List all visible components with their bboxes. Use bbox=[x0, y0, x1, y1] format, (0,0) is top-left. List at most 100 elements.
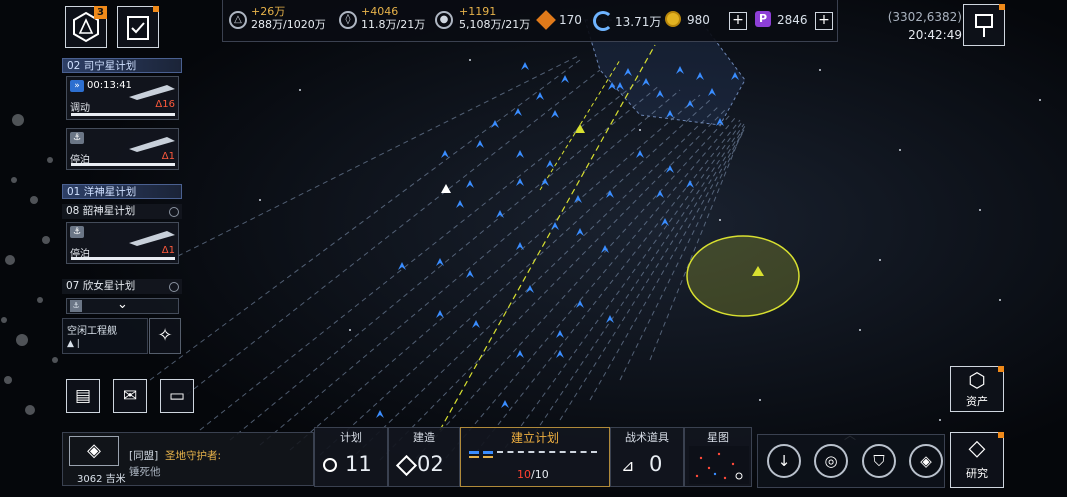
purple-value: 2846 bbox=[777, 13, 808, 27]
chat-message: 锤死他 bbox=[129, 466, 161, 478]
anchor-icon: ⚓ bbox=[70, 300, 82, 312]
target-zone-circle[interactable] bbox=[686, 235, 800, 317]
build-diamond-icon bbox=[395, 454, 418, 477]
radar-icon: ◈ bbox=[69, 436, 119, 466]
research-chip-icon: ◇ bbox=[968, 436, 986, 461]
orange-hex-value: 170 bbox=[559, 13, 582, 27]
tactics-icon: ⊿ bbox=[621, 456, 635, 475]
checklist-icon bbox=[127, 16, 149, 40]
resource-bar: △ +26万 288万/1020万 ◊ +4046 11.8万/21万 ● +119… bbox=[222, 0, 838, 42]
orange-hex-icon bbox=[536, 10, 556, 30]
gold-coin-icon bbox=[665, 11, 681, 27]
tab-plans[interactable]: 计划 11 bbox=[314, 427, 388, 487]
add-purple-button[interactable]: + bbox=[815, 12, 833, 30]
target-button[interactable]: ◈ bbox=[909, 444, 943, 478]
fleet-card-docked-1[interactable]: ⚓ 停泊 Δ1 bbox=[66, 128, 179, 170]
plan-item-01[interactable]: 02 司宁星计划 bbox=[62, 58, 182, 73]
crystal-total: 11.8万/21万 bbox=[361, 18, 426, 31]
fleet-status: 调动 bbox=[70, 103, 90, 114]
tasks-button[interactable] bbox=[117, 6, 159, 48]
cube-icon: ⬡ bbox=[968, 368, 986, 392]
notification-badge: 3 bbox=[94, 6, 107, 19]
radio-circle-icon bbox=[169, 207, 179, 217]
mission-log-button[interactable]: ▤ bbox=[66, 379, 100, 413]
research-label: 研究 bbox=[966, 467, 988, 480]
fleet-hp-bar bbox=[71, 113, 175, 116]
plan-count: 11 bbox=[345, 452, 372, 476]
gold-value: 980 bbox=[687, 13, 710, 27]
tab-create-plan[interactable]: 建立计划 10 /10 bbox=[460, 427, 610, 487]
plan-slots-indicator bbox=[469, 448, 603, 462]
alert-dot bbox=[998, 432, 1004, 438]
chat-channel: [同盟] bbox=[129, 450, 159, 462]
plan-item-02[interactable]: 01 洋神星计划 bbox=[62, 184, 182, 199]
chat-sender: 圣地守护者: bbox=[165, 450, 222, 462]
fleet-hp-bar bbox=[71, 163, 175, 166]
alert-dot bbox=[998, 366, 1004, 372]
assets-label: 资产 bbox=[966, 395, 988, 408]
tab-label: 建造 bbox=[413, 431, 435, 444]
plan-label: 08 韶神星计划 bbox=[66, 205, 136, 217]
plan-icon bbox=[323, 458, 337, 472]
plan-item-04[interactable]: 07 欣女星计划 bbox=[62, 279, 182, 294]
fleet-count: Δ1 bbox=[161, 151, 175, 162]
crystal-icon: ◊ bbox=[339, 11, 357, 29]
tab-starmap[interactable]: 星图 bbox=[684, 427, 752, 487]
plan-slots-current: 10 bbox=[517, 468, 531, 481]
plan-item-03[interactable]: 08 韶神星计划 bbox=[62, 204, 182, 219]
tab-tactics[interactable]: 战术道具 ⊿ 0 bbox=[610, 427, 684, 487]
plan-slots-max: /10 bbox=[531, 468, 549, 481]
cycle-icon bbox=[593, 11, 613, 31]
tab-build[interactable]: 建造 02 bbox=[388, 427, 460, 487]
deuterium-income: +1191 bbox=[459, 5, 497, 18]
shield-button[interactable]: ⛉ bbox=[862, 444, 896, 478]
chat-panel[interactable]: ◈ 3062 吉米 [同盟] 圣地守护者: 锤死他 bbox=[62, 432, 314, 486]
assets-button[interactable]: ⬡ 资产 bbox=[950, 366, 1004, 412]
plan-label: 07 欣女星计划 bbox=[66, 280, 136, 292]
alert-dot bbox=[153, 6, 159, 12]
metal-income: +26万 bbox=[251, 5, 286, 18]
crystal-income: +4046 bbox=[361, 5, 399, 18]
expand-chevron-icon[interactable]: ⌄ bbox=[117, 297, 128, 312]
bottom-tab-bar: 计划 11 建造 02 建立计划 10 /10 战术道具 ⊿ 0 星图 bbox=[314, 427, 752, 487]
minimap-icon bbox=[689, 446, 749, 484]
fleet-card-moving[interactable]: » 00:13:41 调动 Δ16 bbox=[66, 76, 179, 120]
fleet-menu-button[interactable]: 3 bbox=[65, 6, 107, 48]
research-button[interactable]: ◇ 研究 bbox=[950, 432, 1004, 488]
add-gold-button[interactable]: + bbox=[729, 12, 747, 30]
collapsed-fleet-row[interactable]: ⚓ ⌄ bbox=[66, 297, 179, 314]
tab-label: 计划 bbox=[340, 431, 362, 444]
download-button[interactable]: ↓ bbox=[767, 444, 801, 478]
location-pin-button[interactable] bbox=[963, 4, 1005, 46]
tab-label: 星图 bbox=[707, 431, 729, 444]
tab-label: 建立计划 bbox=[510, 431, 559, 445]
fast-forward-icon: » bbox=[70, 80, 84, 92]
plan-label: 02 司宁星计划 bbox=[67, 60, 137, 72]
map-pin-icon bbox=[975, 14, 993, 37]
build-count: 02 bbox=[417, 452, 444, 476]
fleet-card-docked-2[interactable]: ⚓ 停泊 Δ1 bbox=[66, 222, 179, 264]
fleet-count: Δ16 bbox=[155, 99, 175, 110]
distance-readout: 3062 吉米 bbox=[77, 474, 126, 485]
idle-engineer-panel[interactable]: 空闲工程舰 ▲ | bbox=[62, 318, 148, 354]
triangle-metal-icon: △ bbox=[229, 11, 247, 29]
scan-button[interactable]: ◎ bbox=[814, 444, 848, 478]
deuterium-total: 5,108万/21万 bbox=[459, 18, 531, 31]
cycle-value: 13.71万 bbox=[615, 15, 662, 29]
radio-circle-icon bbox=[169, 282, 179, 292]
mail-button[interactable]: ✉ bbox=[113, 379, 147, 413]
fleet-hp-bar bbox=[71, 257, 175, 260]
anchor-icon: ⚓ bbox=[70, 226, 84, 238]
engineer-ship-button[interactable]: ✧ bbox=[149, 318, 181, 354]
chat-button[interactable]: ▭ bbox=[160, 379, 194, 413]
tactics-count: 0 bbox=[649, 452, 663, 476]
coordinates-readout[interactable]: (3302,6382) bbox=[880, 10, 962, 24]
game-clock: 20:42:49 bbox=[908, 28, 962, 42]
alert-dot bbox=[999, 4, 1005, 10]
deuterium-icon: ● bbox=[435, 11, 453, 29]
plan-label: 01 洋神星计划 bbox=[67, 186, 137, 198]
tab-label: 战术道具 bbox=[625, 431, 669, 444]
purple-p-icon: P bbox=[755, 11, 771, 27]
idle-engineer-label: 空闲工程舰 bbox=[67, 326, 117, 337]
anchor-icon: ⚓ bbox=[70, 132, 84, 144]
